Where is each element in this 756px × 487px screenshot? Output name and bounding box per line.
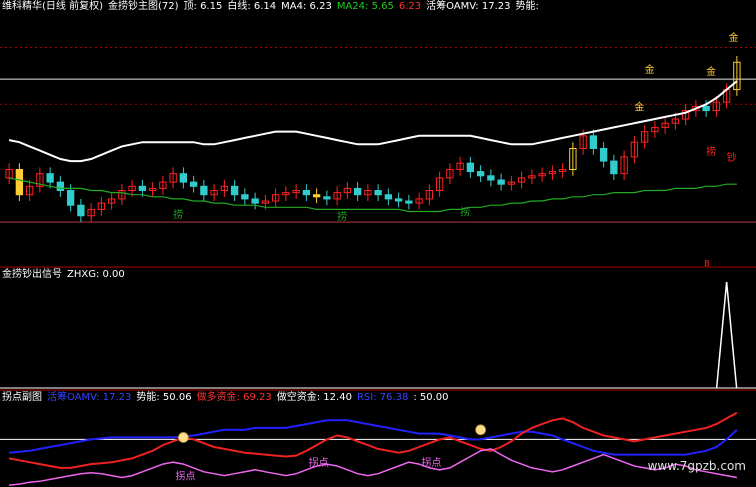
lao-marker: 捞 <box>706 145 716 158</box>
candle-body <box>487 175 495 181</box>
smiley-icon <box>475 424 487 436</box>
jin-marker: 金 <box>729 31 739 44</box>
candle-body <box>394 198 403 202</box>
candle-body <box>312 194 321 198</box>
candle-body <box>200 185 208 196</box>
candle-body <box>241 194 249 200</box>
chao-marker: 钞 <box>727 151 737 164</box>
zhxg-spike <box>715 281 738 389</box>
lao-marker: 捞 <box>173 208 183 221</box>
candle-body <box>589 135 598 149</box>
jin-marker: 金 <box>645 63 655 76</box>
candle-body <box>56 181 65 192</box>
candle-body <box>599 147 608 162</box>
jin-marker: 金 <box>634 101 644 114</box>
candle-body <box>497 179 505 185</box>
candle-body <box>66 190 75 206</box>
candle-body <box>405 200 413 204</box>
candle-body <box>179 173 188 183</box>
guaidian-marker: 拐点 <box>309 456 329 469</box>
main-price-panel: 金金 金金捞捞捞捞钞B <box>0 31 756 268</box>
smiley-icon <box>177 432 189 443</box>
chart-canvas: 金金 金金捞捞捞捞钞B 拐点拐点 拐点 <box>0 31 756 486</box>
white-line <box>8 80 738 163</box>
candle-body <box>77 204 85 217</box>
candle-body <box>302 190 311 196</box>
candle-body <box>353 187 362 196</box>
duo-line <box>8 411 738 469</box>
candle-body <box>610 160 618 175</box>
guaidian-marker: 拐点 <box>421 456 441 469</box>
candle-body <box>230 185 239 196</box>
candle-body <box>15 168 24 196</box>
candle-body <box>323 196 331 200</box>
sub-indicator-panel: 拐点拐点 拐点 <box>0 411 756 486</box>
watermark: www.7gpzb.com <box>647 459 746 473</box>
candle-body <box>46 173 54 183</box>
lao-marker: 捞 <box>460 206 470 219</box>
candle-body <box>374 190 382 196</box>
jin-marker: 金 <box>706 65 716 78</box>
candle-body <box>384 194 393 200</box>
candle-body <box>702 105 710 112</box>
bottom-tag: B <box>704 259 710 268</box>
candle-body <box>466 162 475 173</box>
candle-body <box>138 185 147 192</box>
candle-body <box>476 171 485 177</box>
candle-body <box>189 181 198 187</box>
candle-body <box>251 198 259 204</box>
oamv-line <box>9 419 738 456</box>
guaidian-marker: 拐点 <box>175 469 195 482</box>
signal-panel <box>0 281 756 391</box>
lao-marker: 捞 <box>337 210 347 223</box>
